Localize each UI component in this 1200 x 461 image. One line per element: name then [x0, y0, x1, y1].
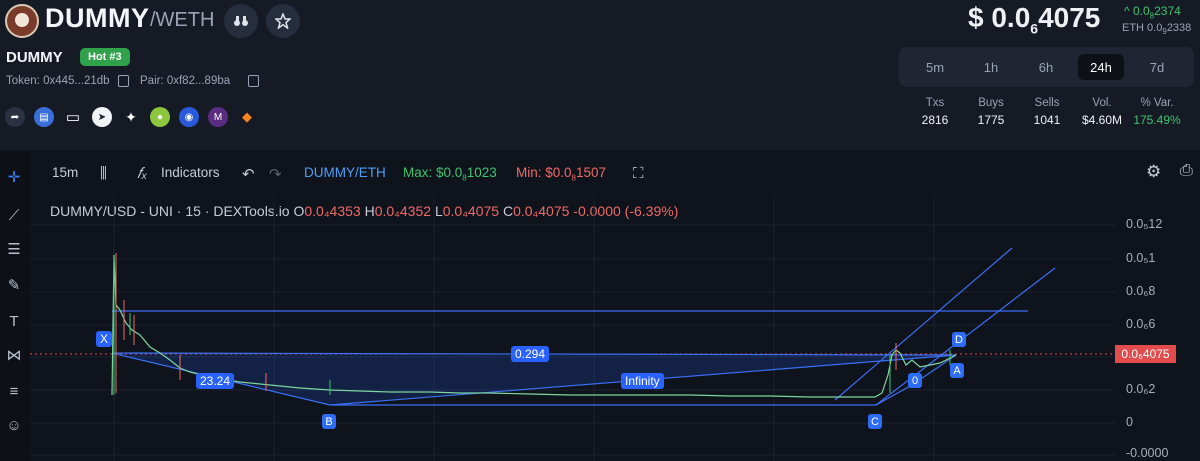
timeframe-1h[interactable]: 1h [968, 54, 1014, 80]
settings-gear-icon[interactable]: ⚙ [1146, 162, 1161, 182]
fib-lines-icon[interactable]: ☰ [3, 238, 25, 260]
text-tool-icon[interactable]: T [3, 310, 25, 332]
price-eth: ETH 0.092338 [1122, 22, 1192, 37]
metamask-icon[interactable]: ◆ [237, 107, 257, 127]
min-price: Min: $0.081507 [516, 165, 607, 183]
interval-button[interactable]: 15m [52, 165, 78, 180]
pattern-point-x[interactable]: X [96, 331, 113, 347]
ratio-xab[interactable]: 23.24 [196, 373, 235, 389]
stat-buys: Buys 1775 [977, 97, 1005, 127]
website-icon[interactable]: M [208, 107, 228, 127]
symbol-label[interactable]: DUMMY/ETH [304, 165, 386, 180]
trendline-icon[interactable]: ⟋ [3, 204, 25, 226]
undo-icon[interactable]: ↶ [242, 165, 255, 183]
axis-tick: 0.0₅12 [1126, 217, 1163, 231]
axis-tick: 0.0₅1 [1126, 251, 1156, 265]
pattern-point-c[interactable]: C [868, 414, 882, 429]
crosshair-icon[interactable]: ✛ [3, 166, 25, 188]
pattern-point-b[interactable]: B [322, 414, 336, 429]
stat-sells: Sells 1041 [1033, 97, 1061, 127]
pattern-tool-icon[interactable]: ⋈ [3, 344, 25, 366]
token-address: Token: 0x445...21db [6, 75, 110, 87]
pair-quote-symbol: /WETH [150, 9, 215, 31]
token-name: DUMMY [6, 49, 63, 66]
fullscreen-icon[interactable]: ⛶ [633, 165, 644, 182]
fx-icon[interactable]: 𝑓ₓ [137, 165, 147, 182]
emoji-icon[interactable]: ☺ [3, 414, 25, 436]
chart-icon[interactable]: ▤ [34, 107, 54, 127]
axis-tick: 0.0₆6 [1126, 317, 1156, 331]
axis-tick: 0.0₆8 [1126, 284, 1156, 298]
axis-tick: 0.0₆2 [1126, 382, 1156, 396]
timeframe-24h[interactable]: 24h [1078, 54, 1124, 80]
drawing-toolbar: ✛ ⟋ ☰ ✎ T ⋈ ≡ ☺ [0, 152, 30, 461]
share-icon[interactable]: ➦ [5, 107, 25, 127]
camera-icon[interactable]: ⎙ [1180, 162, 1193, 180]
hot-badge: Hot #3 [80, 48, 130, 66]
pair-base-symbol: DUMMY [45, 3, 150, 33]
axis-tick: 0 [1126, 415, 1133, 429]
stat-txs: Txs 2816 [921, 97, 949, 127]
stat-variation: % Var. 175.49% [1133, 97, 1181, 127]
price-change: ^ 0.082374 [1124, 4, 1181, 21]
current-price-label: 0.0₆4075 [1115, 345, 1176, 363]
pair-address: Pair: 0xf82...89ba [140, 75, 231, 87]
twitter-icon[interactable]: ✦ [121, 107, 141, 127]
max-price: Max: $0.081023 [403, 165, 497, 183]
token-logo [5, 4, 39, 38]
measure-icon[interactable]: ≡ [3, 380, 25, 402]
binoculars-icon[interactable] [224, 4, 258, 38]
brush-icon[interactable]: ✎ [3, 274, 25, 296]
pattern-point-a[interactable]: A [950, 363, 964, 378]
chart-toolbar: 15m ⫼ 𝑓ₓ Indicators ↶ ↷ DUMMY/ETH Max: $… [30, 152, 1200, 194]
redo-icon[interactable]: ↷ [269, 165, 282, 183]
candle-type-icon[interactable]: ⫼ [100, 165, 107, 182]
price-usd: $ 0.064075 [968, 2, 1101, 37]
pattern-point-d[interactable]: D [952, 332, 966, 347]
indicators-button[interactable]: Indicators [161, 165, 220, 180]
stat-volume: Vol. $4.60M [1081, 97, 1123, 127]
token-header: DUMMY /WETH DUMMY Hot #3 Token: 0x445...… [0, 0, 1200, 150]
axis-tick: -0.0000 [1126, 446, 1169, 460]
ratio-xad[interactable]: 0.294 [511, 346, 550, 362]
star-icon[interactable] [266, 4, 300, 38]
timeframe-selector: 5m 1h 6h 24h 7d [899, 47, 1194, 87]
coingecko-icon[interactable]: ● [150, 107, 170, 127]
timeframe-7d[interactable]: 7d [1134, 54, 1180, 80]
timeframe-5m[interactable]: 5m [912, 54, 958, 80]
timeframe-6h[interactable]: 6h [1023, 54, 1069, 80]
ratio-bcd[interactable]: Infinity [621, 373, 664, 389]
monitor-icon[interactable]: ▭ [63, 107, 83, 127]
copy-pair-icon[interactable] [248, 75, 259, 87]
price-chart[interactable] [30, 195, 1115, 461]
copy-token-icon[interactable] [118, 75, 129, 87]
coinmarketcap-icon[interactable]: ◉ [179, 107, 199, 127]
pattern-point-0[interactable]: 0 [908, 373, 922, 388]
telegram-icon[interactable]: ➤ [92, 107, 112, 127]
